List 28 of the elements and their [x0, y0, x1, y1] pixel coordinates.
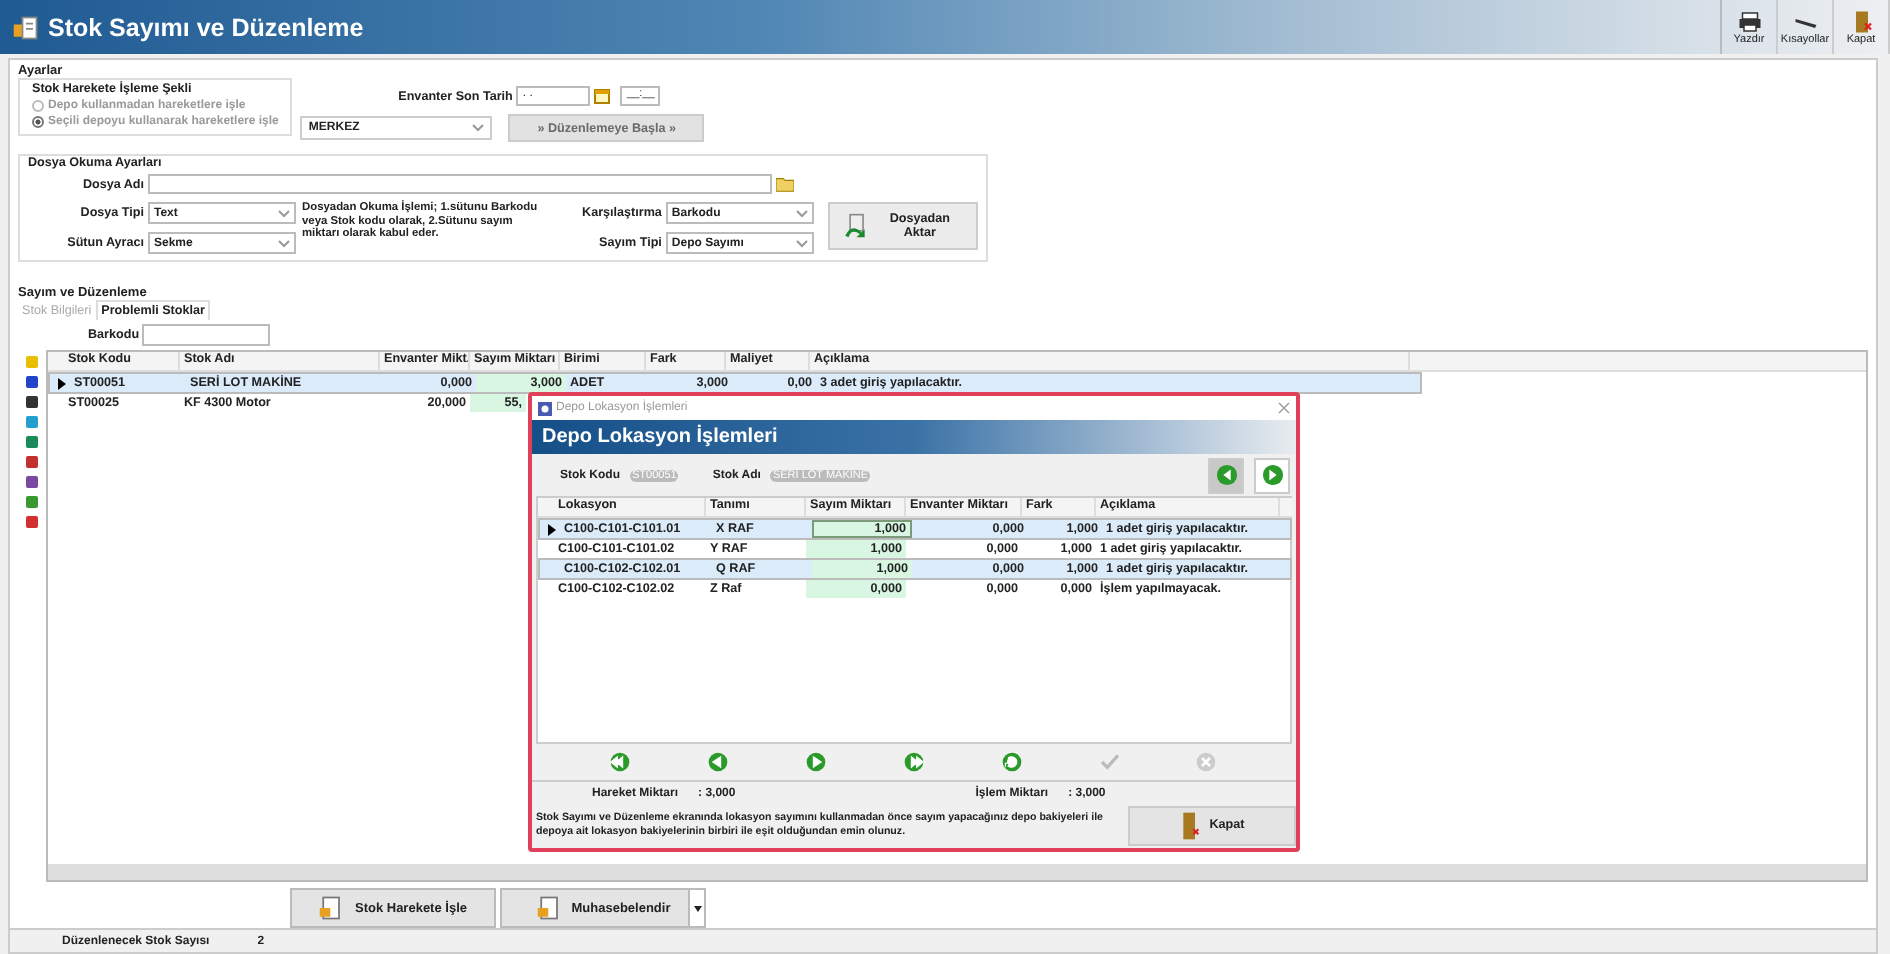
nav-button[interactable]: [706, 750, 731, 774]
dialog-heading: Depo Lokasyon İşlemleri: [542, 426, 778, 448]
nav-button[interactable]: [608, 750, 633, 774]
chevron-down-icon: [278, 239, 290, 247]
folder-icon[interactable]: [776, 176, 794, 192]
barcode-field[interactable]: [141, 324, 270, 346]
dropdown-arrow-icon[interactable]: [693, 905, 701, 911]
file-name-field[interactable]: [148, 174, 772, 194]
forward-button[interactable]: [1254, 457, 1290, 493]
boxes-icon: [12, 13, 40, 41]
window-title: Stok Sayımı ve Düzenleme: [48, 13, 364, 41]
nav-button[interactable]: [999, 750, 1024, 774]
nav-button[interactable]: [804, 750, 829, 774]
chevron-down-icon: [795, 239, 808, 247]
close-icon[interactable]: [1278, 402, 1290, 414]
chevron-down-icon: [278, 209, 290, 217]
printer-icon: [1737, 9, 1761, 33]
app-icon: [538, 401, 552, 415]
row-pointer-icon: [58, 377, 66, 389]
back-button[interactable]: [1208, 457, 1244, 493]
chevron-down-icon: [472, 124, 485, 132]
door-icon: [1179, 811, 1200, 839]
document-icon: [535, 894, 564, 922]
calendar-icon[interactable]: [594, 88, 611, 104]
chevron-down-icon: [795, 209, 808, 217]
nav-button[interactable]: [901, 750, 926, 774]
horizontal-scrollbar[interactable]: [48, 864, 1866, 880]
import-icon: [841, 212, 868, 240]
